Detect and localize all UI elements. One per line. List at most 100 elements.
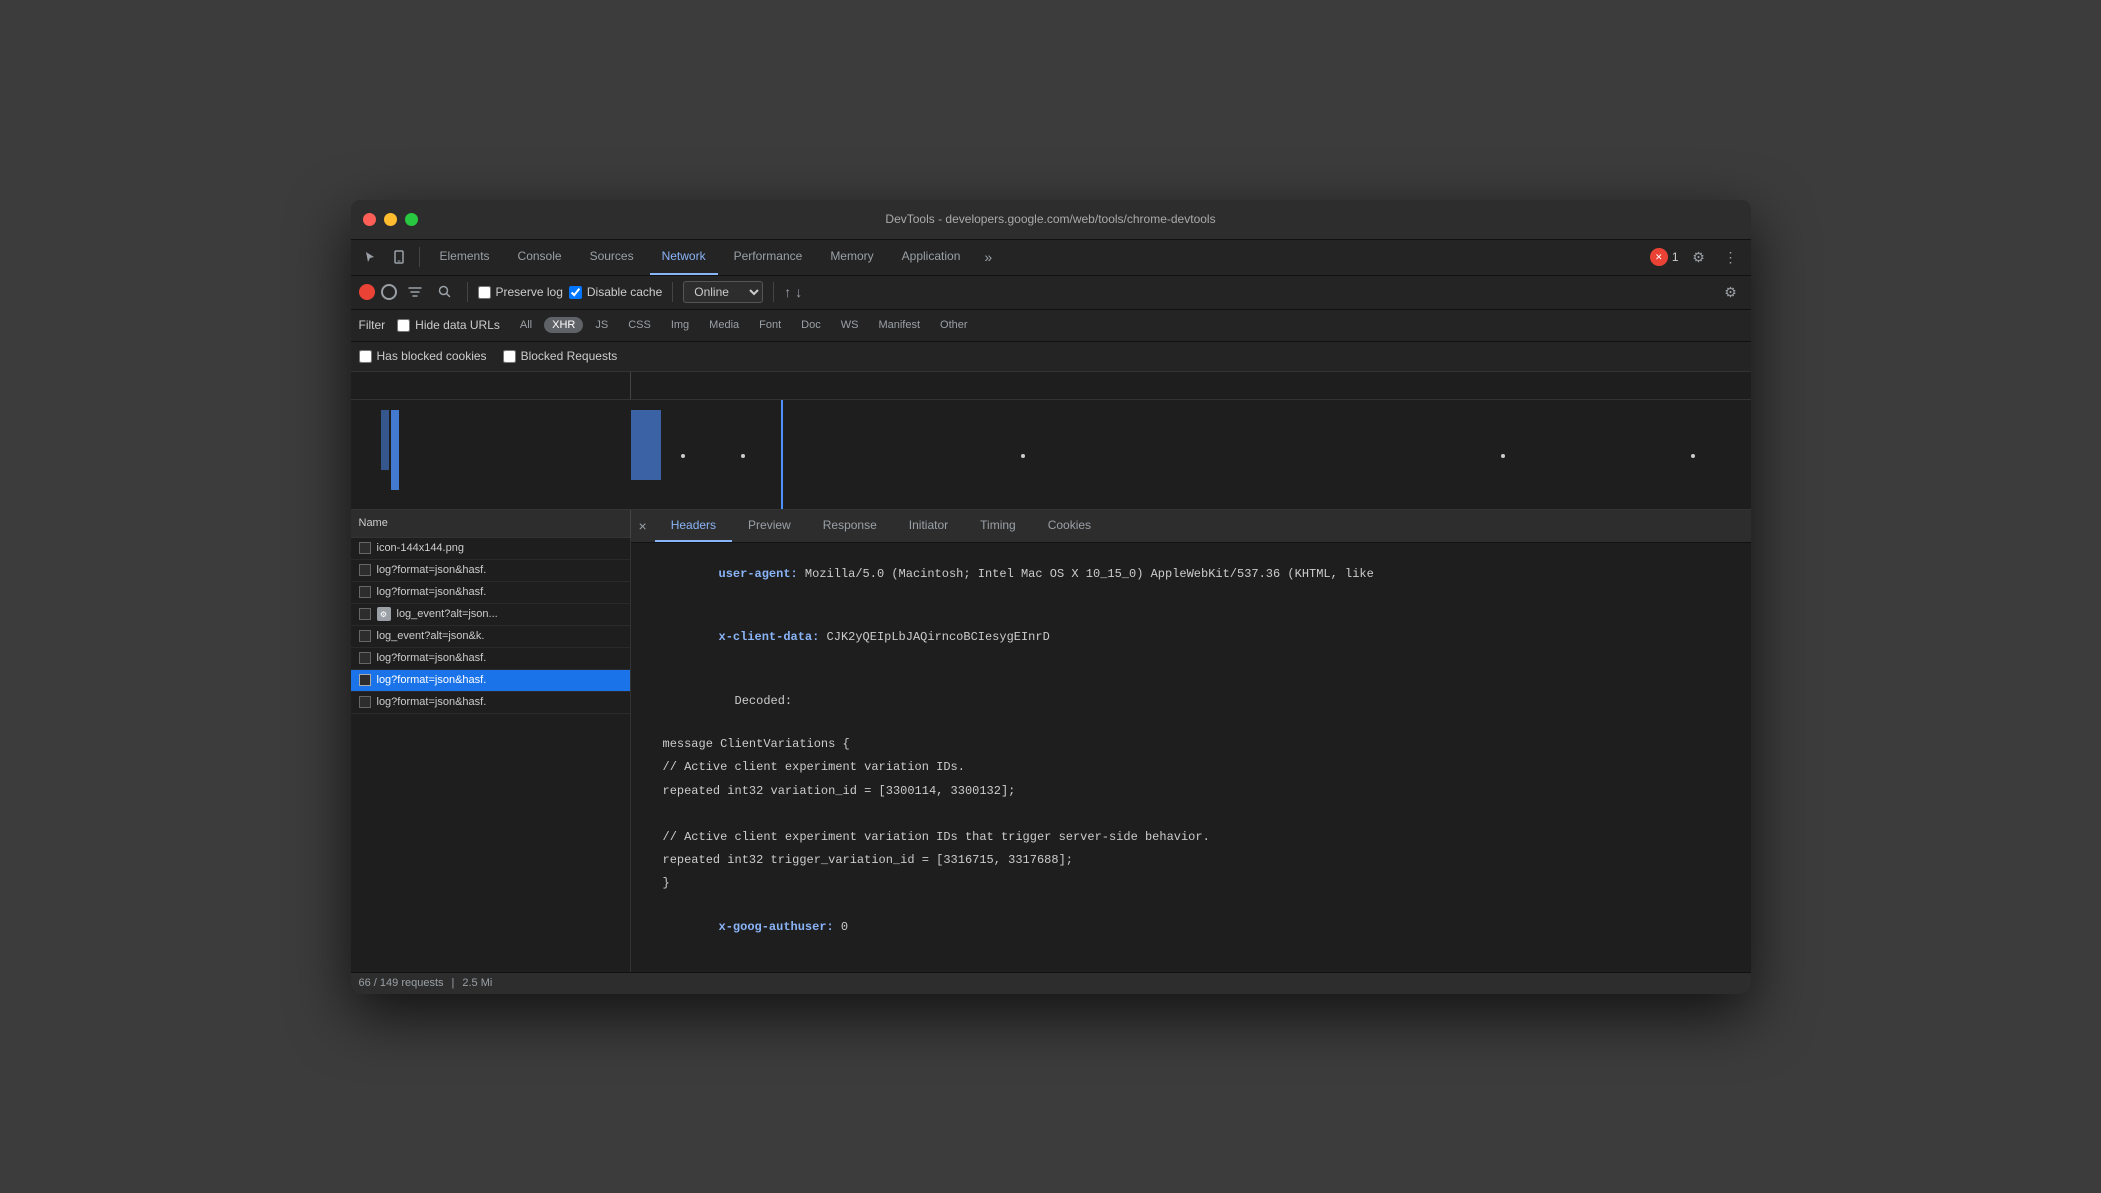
item-name: log?format=json&hasf. [377, 586, 622, 598]
tab-preview[interactable]: Preview [732, 510, 807, 542]
detail-tabs: × Headers Preview Response Initiator Tim… [631, 510, 1751, 543]
network-toolbar: Preserve log Disable cache Online Fast 3… [351, 276, 1751, 310]
filter-all-btn[interactable]: All [512, 317, 540, 333]
filter-doc-btn[interactable]: Doc [793, 317, 829, 333]
list-item-selected[interactable]: log?format=json&hasf. [351, 670, 630, 692]
hide-data-urls-label[interactable]: Hide data URLs [397, 318, 500, 332]
mobile-icon[interactable] [387, 245, 411, 269]
code-line-2: repeated int32 variation_id = [3300114, … [631, 780, 1751, 803]
item-checkbox[interactable] [359, 630, 371, 642]
timeline-header: 20000 ms 40000 ms 60000 ms 80000 ms 1000… [351, 372, 1751, 400]
tab-timing[interactable]: Timing [964, 510, 1032, 542]
error-badge: ✕ [1650, 248, 1668, 266]
cursor-icon[interactable] [359, 245, 383, 269]
status-bar: 66 / 149 requests | 2.5 Mi [351, 972, 1751, 994]
list-item[interactable]: log?format=json&hasf. [351, 560, 630, 582]
filter-css-btn[interactable]: CSS [620, 317, 659, 333]
preserve-log-checkbox[interactable] [478, 286, 491, 299]
title-bar: DevTools - developers.google.com/web/too… [351, 200, 1751, 240]
blocked-cookies-label[interactable]: Has blocked cookies [359, 349, 487, 363]
detail-panel: × Headers Preview Response Initiator Tim… [631, 510, 1751, 972]
list-item[interactable]: icon-144x144.png [351, 538, 630, 560]
search-icon[interactable] [433, 280, 457, 304]
tab-application[interactable]: Application [890, 239, 973, 275]
disable-cache-checkbox-label[interactable]: Disable cache [569, 285, 662, 299]
requests-count: 66 / 149 requests [359, 977, 444, 989]
list-item[interactable]: ⚙ log_event?alt=json... [351, 604, 630, 626]
devtools-window: DevTools - developers.google.com/web/too… [351, 200, 1751, 994]
code-line-6: } [631, 872, 1751, 895]
item-name: icon-144x144.png [377, 542, 622, 554]
item-name: log_event?alt=json&k. [377, 630, 622, 642]
error-indicator: ✕ 1 [1650, 248, 1679, 266]
filter-manifest-btn[interactable]: Manifest [870, 317, 928, 333]
item-checkbox[interactable] [359, 586, 371, 598]
detail-content[interactable]: user-agent: Mozilla/5.0 (Macintosh; Inte… [631, 543, 1751, 972]
item-checkbox[interactable] [359, 564, 371, 576]
list-item[interactable]: log?format=json&hasf. [351, 692, 630, 714]
window-title: DevTools - developers.google.com/web/too… [885, 212, 1215, 226]
filter-js-btn[interactable]: JS [587, 317, 616, 333]
x-goog-authuser-header: x-goog-authuser: 0 [631, 896, 1751, 960]
filter-xhr-btn[interactable]: XHR [544, 317, 583, 333]
upload-download-icons: ↑ ↓ [784, 284, 802, 300]
code-line-0: message ClientVariations { [631, 733, 1751, 756]
item-name: log_event?alt=json... [397, 608, 622, 620]
close-button[interactable] [363, 213, 376, 226]
item-name: log?format=json&hasf. [377, 696, 622, 708]
settings-icon[interactable]: ⚙ [1687, 245, 1711, 269]
record-button[interactable] [359, 284, 375, 300]
list-item[interactable]: log_event?alt=json&k. [351, 626, 630, 648]
filter-ws-btn[interactable]: WS [833, 317, 867, 333]
toolbar-divider-2 [467, 282, 468, 302]
tab-elements[interactable]: Elements [428, 239, 502, 275]
name-col-label: Name [359, 517, 388, 529]
filter-img-btn[interactable]: Img [663, 317, 697, 333]
list-item[interactable]: log?format=json&hasf. [351, 648, 630, 670]
item-checkbox[interactable] [359, 542, 371, 554]
filter-label: Filter [359, 318, 386, 332]
tab-cookies[interactable]: Cookies [1032, 510, 1107, 542]
x-client-data-header: x-client-data: CJK2yQEIpLbJAQirncoBCIesy… [631, 606, 1751, 670]
item-checkbox[interactable] [359, 674, 371, 686]
tab-sources[interactable]: Sources [578, 239, 646, 275]
hide-data-urls-checkbox[interactable] [397, 319, 410, 332]
disable-cache-checkbox[interactable] [569, 286, 582, 299]
detail-close-btn[interactable]: × [631, 510, 655, 542]
more-options-icon[interactable]: ⋮ [1719, 245, 1743, 269]
filter-other-btn[interactable]: Other [932, 317, 976, 333]
blocked-requests-label[interactable]: Blocked Requests [503, 349, 618, 363]
item-checkbox[interactable] [359, 696, 371, 708]
toolbar-right: ✕ 1 ⚙ ⋮ [1650, 245, 1743, 269]
list-item[interactable]: log?format=json&hasf. [351, 582, 630, 604]
tab-performance[interactable]: Performance [722, 239, 815, 275]
maximize-button[interactable] [405, 213, 418, 226]
stop-button[interactable] [381, 284, 397, 300]
blocked-requests-checkbox[interactable] [503, 350, 516, 363]
code-line-1: // Active client experiment variation ID… [631, 756, 1751, 779]
network-list[interactable]: icon-144x144.png log?format=json&hasf. l… [351, 538, 631, 972]
network-settings-icon[interactable]: ⚙ [1719, 280, 1743, 304]
code-line-4: // Active client experiment variation ID… [631, 826, 1751, 849]
blocked-cookies-checkbox[interactable] [359, 350, 372, 363]
traffic-lights [363, 213, 418, 226]
item-name: log?format=json&hasf. [377, 652, 622, 664]
tab-network[interactable]: Network [650, 239, 718, 275]
filter-icon[interactable] [403, 280, 427, 304]
preserve-log-checkbox-label[interactable]: Preserve log [478, 285, 563, 299]
left-panel: Name icon-144x144.png log?format=json&ha… [351, 510, 631, 972]
filter-media-btn[interactable]: Media [701, 317, 747, 333]
more-tabs-button[interactable]: » [976, 249, 1000, 265]
throttle-select[interactable]: Online Fast 3G Slow 3G Offline [683, 281, 763, 303]
timeline-visual [351, 400, 1751, 510]
tab-memory[interactable]: Memory [818, 239, 885, 275]
transfer-size: 2.5 Mi [462, 977, 492, 989]
tab-initiator[interactable]: Initiator [893, 510, 964, 542]
minimize-button[interactable] [384, 213, 397, 226]
filter-font-btn[interactable]: Font [751, 317, 789, 333]
tab-response[interactable]: Response [807, 510, 893, 542]
tab-headers[interactable]: Headers [655, 510, 732, 542]
tab-console[interactable]: Console [506, 239, 574, 275]
item-checkbox[interactable] [359, 652, 371, 664]
item-checkbox[interactable] [359, 608, 371, 620]
